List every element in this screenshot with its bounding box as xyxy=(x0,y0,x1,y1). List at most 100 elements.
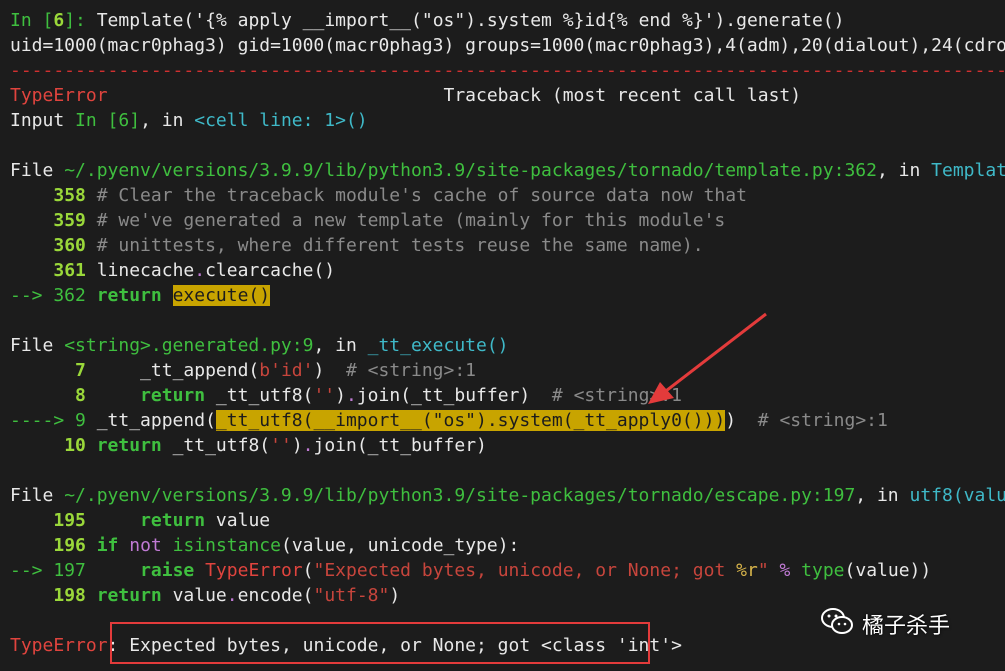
terminal-segment: # <string>:1 xyxy=(757,410,888,431)
wechat-icon xyxy=(820,606,854,642)
terminal-segment: TypeError xyxy=(10,85,108,106)
terminal-segment: . xyxy=(302,435,314,456)
terminal-line: TypeError Traceback (most recent call la… xyxy=(10,83,1005,108)
terminal-line: 8 return _tt_utf8('').join(_tt_buffer) #… xyxy=(10,383,1005,408)
terminal-segment: not xyxy=(129,535,162,556)
terminal-line: --> 197 raise TypeError("Expected bytes,… xyxy=(10,558,1005,583)
terminal-segment: (value)) xyxy=(844,560,932,581)
terminal-segment: if xyxy=(96,535,119,556)
terminal-segment: _tt_execute() xyxy=(367,335,509,356)
terminal-segment: % xyxy=(768,560,802,581)
terminal-segment: 8 xyxy=(75,385,86,406)
terminal-segment: ----------------------------------------… xyxy=(10,60,1005,81)
terminal-segment: execute() xyxy=(172,285,271,306)
terminal-segment: # Clear the traceback module's cache of … xyxy=(85,185,747,206)
terminal-segment: In [6] xyxy=(75,110,141,131)
terminal-segment xyxy=(10,435,64,456)
terminal-segment: 10 xyxy=(64,435,86,456)
terminal-line: File <string>.generated.py:9, in _tt_exe… xyxy=(10,333,1005,358)
terminal-segment: return xyxy=(140,510,206,531)
terminal-segment xyxy=(86,535,97,556)
terminal-segment: return xyxy=(96,585,162,606)
terminal-segment: isinstance xyxy=(172,535,281,556)
terminal-segment: value xyxy=(161,585,227,606)
terminal-segment: join(_tt_buffer) xyxy=(313,435,487,456)
terminal-segment: <string>.generated.py:9 xyxy=(64,335,314,356)
terminal-line: 196 if not isinstance(value, unicode_typ… xyxy=(10,533,1005,558)
terminal-segment: (value, unicode_type): xyxy=(280,535,520,556)
terminal-segment: %r xyxy=(736,560,758,581)
terminal-segment xyxy=(10,510,53,531)
terminal-segment: "utf-8" xyxy=(313,585,390,606)
terminal-segment: value xyxy=(205,510,271,531)
terminal-segment: ----> 9 xyxy=(10,410,97,431)
terminal-segment: 7 xyxy=(75,360,86,381)
terminal-line: 7 _tt_append(b'id') # <string>:1 xyxy=(10,358,1005,383)
terminal-segment: 195 xyxy=(53,510,86,531)
terminal-line: Input In [6], in <cell line: 1>() xyxy=(10,108,1005,133)
terminal-segment xyxy=(194,560,205,581)
terminal-line: 361 linecache.clearcache() xyxy=(10,258,1005,283)
terminal-segment: ).generate() xyxy=(714,10,845,31)
terminal-segment xyxy=(162,535,173,556)
terminal-segment: File xyxy=(10,485,65,506)
terminal-segment xyxy=(10,260,53,281)
terminal-segment: _tt_utf8(__import__("os").system(_tt_app… xyxy=(215,410,726,431)
terminal-segment: 361 xyxy=(53,260,86,281)
terminal-segment: return xyxy=(140,385,206,406)
terminal-segment xyxy=(10,210,53,231)
terminal-segment: TypeError xyxy=(10,635,108,656)
terminal-segment xyxy=(10,535,53,556)
terminal-segment xyxy=(86,585,97,606)
terminal-segment: --> 362 xyxy=(10,285,97,306)
terminal-segment: b'id' xyxy=(259,360,314,381)
terminal-line: ----------------------------------------… xyxy=(10,58,1005,83)
terminal-segment: ) xyxy=(725,410,758,431)
terminal-segment: # we've generated a new template (mainly… xyxy=(85,210,726,231)
terminal-line: 10 return _tt_utf8('').join(_tt_buffer) xyxy=(10,433,1005,458)
terminal-segment: File xyxy=(10,335,65,356)
terminal-segment: , in xyxy=(876,160,932,181)
terminal-segment: 358 xyxy=(53,185,86,206)
terminal-segment: ) xyxy=(313,360,346,381)
terminal-segment: ~/.pyenv/versions/3.9.9/lib/python3.9/si… xyxy=(64,160,877,181)
terminal-line: In [6]: Template('{% apply __import__("o… xyxy=(10,8,1005,33)
terminal-segment: 6 xyxy=(53,10,65,31)
terminal-segment: . xyxy=(194,260,206,281)
terminal-segment: '' xyxy=(313,385,336,406)
terminal-segment: Traceback (most recent call last) xyxy=(107,85,802,106)
terminal-segment: <cell line: 1>() xyxy=(194,110,368,131)
terminal-segment: ( xyxy=(302,560,314,581)
terminal-segment: , in xyxy=(140,110,195,131)
terminal-segment: # unittests, where different tests reuse… xyxy=(85,235,704,256)
terminal-line: File ~/.pyenv/versions/3.9.9/lib/python3… xyxy=(10,158,1005,183)
terminal-segment: '{% xyxy=(194,10,227,31)
terminal-segment: ~/.pyenv/versions/3.9.9/lib/python3.9/si… xyxy=(64,485,856,506)
terminal-segment: _tt_append( xyxy=(85,360,260,381)
terminal-segment: _tt_utf8( xyxy=(161,435,271,456)
terminal-line: uid=1000(macr0phag3) gid=1000(macr0phag3… xyxy=(10,33,1005,58)
terminal-segment: Input xyxy=(10,110,76,131)
terminal-segment: '' xyxy=(270,435,292,456)
terminal-output: In [6]: Template('{% apply __import__("o… xyxy=(10,8,1005,658)
annotation-arrow xyxy=(648,312,767,404)
terminal-segment xyxy=(10,360,75,381)
terminal-segment xyxy=(162,285,173,306)
terminal-segment: 196 xyxy=(53,535,86,556)
terminal-segment: join(_tt_buffer) xyxy=(356,385,552,406)
terminal-segment xyxy=(118,535,129,556)
terminal-line: 360 # unittests, where different tests r… xyxy=(10,233,1005,258)
terminal-segment: encode( xyxy=(237,585,314,606)
terminal-segment: , in xyxy=(313,335,368,356)
terminal-segment: , in xyxy=(855,485,910,506)
terminal-segment: In [ xyxy=(10,10,54,31)
terminal-segment: # <string>:1 xyxy=(345,360,477,381)
terminal-segment: File xyxy=(10,160,65,181)
terminal-segment: _tt_append( xyxy=(96,410,216,431)
terminal-segment: apply xyxy=(226,10,292,31)
error-highlight-box xyxy=(110,622,650,664)
terminal-segment: TypeError xyxy=(205,560,303,581)
